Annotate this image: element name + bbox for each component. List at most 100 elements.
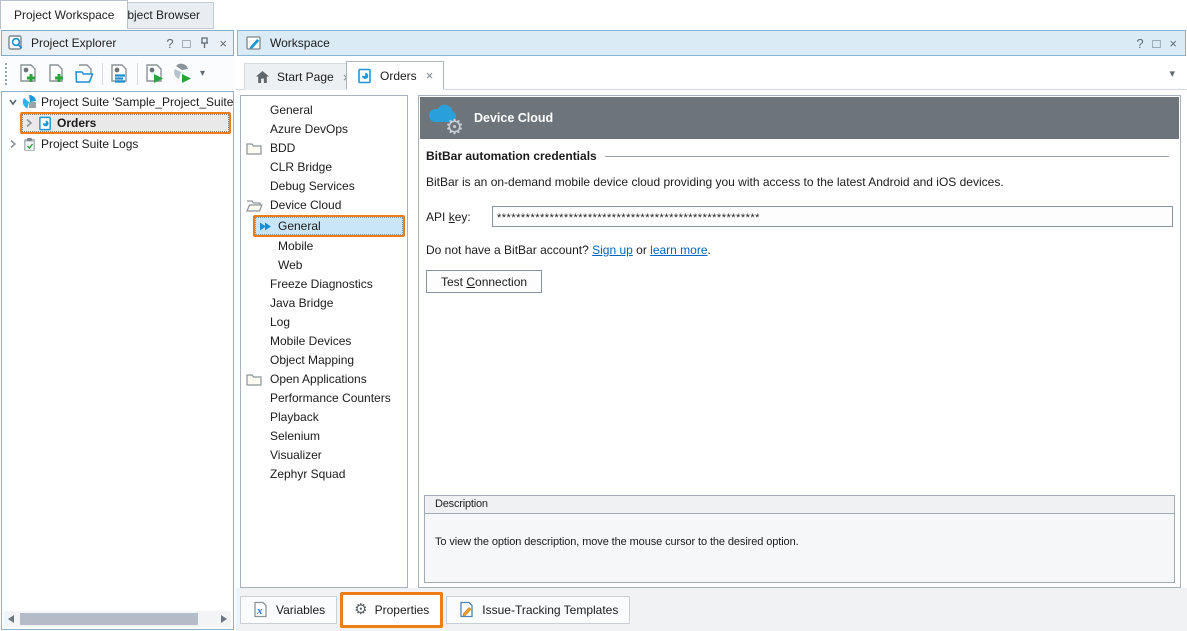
run-project-icon[interactable] [141, 61, 169, 87]
category-item-log[interactable]: Log [241, 313, 407, 332]
category-item-performance-counters[interactable]: Performance Counters [241, 389, 407, 408]
category-item-object-mapping[interactable]: Object Mapping [241, 351, 407, 370]
panel-title: Project Explorer [31, 36, 116, 50]
options-category-list: General Azure DevOps BDD CLR Bridge Debu… [240, 95, 408, 588]
category-item-icon [259, 220, 272, 233]
category-item-label: Visualizer [270, 448, 322, 462]
category-item-device-cloud[interactable]: Device Cloud [241, 196, 407, 215]
help-icon[interactable]: ? [1136, 37, 1143, 50]
scroll-left-icon[interactable] [4, 611, 18, 627]
category-item-icon [246, 373, 262, 386]
category-item-clr-bridge[interactable]: CLR Bridge [241, 158, 407, 177]
category-item-label: Azure DevOps [270, 122, 348, 136]
add-new-project-icon[interactable] [15, 61, 43, 87]
tab-list-dropdown-icon[interactable]: ▾ [1169, 67, 1175, 80]
category-item-visualizer[interactable]: Visualizer [241, 446, 407, 465]
tree-item-icon [20, 94, 38, 110]
category-item-playback[interactable]: Playback [241, 408, 407, 427]
close-icon[interactable]: × [219, 37, 227, 50]
category-item-mobile-devices[interactable]: Mobile Devices [241, 332, 407, 351]
section-title: BitBar automation credentials [426, 149, 597, 163]
category-item-label: Mobile [278, 239, 313, 253]
tab-label: Variables [276, 603, 325, 617]
category-item-mobile[interactable]: Mobile [241, 237, 407, 256]
gear-icon: ⚙ [445, 117, 464, 138]
tree-item-icon [36, 116, 54, 131]
toolbar-grip[interactable] [5, 63, 9, 85]
category-item-label: Freeze Diagnostics [270, 277, 373, 291]
category-item-debug-services[interactable]: Debug Services [241, 177, 407, 196]
category-item-label: Web [278, 258, 302, 272]
maximize-icon[interactable]: □ [1153, 37, 1161, 50]
category-item-label: Object Mapping [270, 353, 354, 367]
category-item-freeze-diagnostics[interactable]: Freeze Diagnostics [241, 275, 407, 294]
horizontal-scrollbar[interactable] [4, 611, 231, 627]
category-item-label: Playback [270, 410, 319, 424]
tab-issue-tracking-templates[interactable]: Issue-Tracking Templates [446, 596, 630, 624]
pin-icon[interactable] [199, 37, 210, 49]
workspace-tabstrip: Start Page × Orders × ▾ [236, 57, 1187, 90]
category-item-label: General [270, 103, 313, 117]
toolbar-dropdown-icon[interactable]: ▾ [200, 68, 205, 79]
tab-project-workspace[interactable]: Project Workspace [0, 0, 128, 29]
tab-variables[interactable]: x Variables [240, 596, 337, 624]
category-item-general[interactable]: General [253, 215, 405, 237]
section-rule [605, 156, 1169, 157]
learn-more-link[interactable]: learn more [650, 243, 707, 257]
close-icon[interactable]: × [1169, 37, 1177, 50]
workspace-header: Workspace ? □ × [237, 30, 1186, 56]
category-item-label: Open Applications [270, 372, 367, 386]
expander-icon[interactable] [6, 139, 20, 149]
category-item-selenium[interactable]: Selenium [241, 427, 407, 446]
expander-icon[interactable] [6, 97, 20, 107]
category-item-zephyr-squad[interactable]: Zephyr Squad [241, 465, 407, 484]
project-explorer-header: Project Explorer ? □ × [1, 30, 234, 56]
svg-text:x: x [256, 605, 263, 617]
run-project-suite-icon[interactable] [169, 61, 197, 87]
tab-label: Properties [375, 603, 430, 617]
description-box: Description To view the option descripti… [424, 495, 1175, 583]
add-existing-item-icon[interactable] [71, 61, 99, 87]
cloud-gear-icon: ⚙ [426, 101, 466, 135]
tab-orders[interactable]: Orders × [346, 61, 444, 90]
gear-icon: ⚙ [354, 602, 367, 617]
category-item-bdd[interactable]: BDD [241, 139, 407, 158]
tab-properties[interactable]: ⚙ Properties [340, 592, 443, 628]
category-item-open-applications[interactable]: Open Applications [241, 370, 407, 389]
bottom-tabstrip: x Variables ⚙ Properties Issue-Tracking … [236, 588, 1187, 631]
category-item-java-bridge[interactable]: Java Bridge [241, 294, 407, 313]
category-item-general[interactable]: General [241, 101, 407, 120]
category-item-label: Selenium [270, 429, 320, 443]
options-panel: ⚙ Device Cloud BitBar automation credent… [418, 95, 1181, 588]
expander-icon[interactable] [22, 118, 36, 128]
project-tree: Project Suite 'Sample_Project_Suite' (1 … [1, 91, 234, 630]
category-item-azure-devops[interactable]: Azure DevOps [241, 120, 407, 139]
project-explorer-toolbar: ▾ [1, 57, 234, 90]
help-icon[interactable]: ? [166, 37, 173, 50]
add-new-item-icon[interactable] [43, 61, 71, 87]
sign-up-link[interactable]: Sign up [592, 243, 633, 257]
tree-item-orders[interactable]: Orders [20, 112, 231, 134]
close-icon[interactable]: × [426, 68, 434, 83]
tab-start-page[interactable]: Start Page × [244, 63, 361, 90]
api-key-label: API key: [426, 210, 492, 224]
category-item-label: Debug Services [270, 179, 355, 193]
organize-items-icon[interactable] [106, 61, 134, 87]
maximize-icon[interactable]: □ [183, 37, 191, 50]
device-cloud-banner: ⚙ Device Cloud [420, 97, 1179, 139]
panel-title: Workspace [270, 36, 330, 50]
category-item-label: Device Cloud [270, 198, 341, 212]
tree-item-label: Project Suite Logs [41, 137, 138, 151]
project-explorer-panel: Project Explorer ? □ × [0, 29, 235, 631]
tree-item-project-suite-logs[interactable]: Project Suite Logs [2, 134, 233, 154]
scrollbar-thumb[interactable] [20, 613, 198, 625]
test-connection-button[interactable]: Test Connection [426, 270, 542, 293]
scroll-right-icon[interactable] [217, 611, 231, 627]
description-box-title: Description [425, 496, 1174, 514]
category-item-label: Mobile Devices [270, 334, 351, 348]
category-item-web[interactable]: Web [241, 256, 407, 275]
category-item-icon [246, 199, 263, 212]
tree-item-project-suite-sample-project-s[interactable]: Project Suite 'Sample_Project_Suite' (1 … [2, 92, 233, 112]
api-key-input[interactable] [492, 206, 1173, 227]
tab-label: Object Browser [118, 8, 200, 22]
